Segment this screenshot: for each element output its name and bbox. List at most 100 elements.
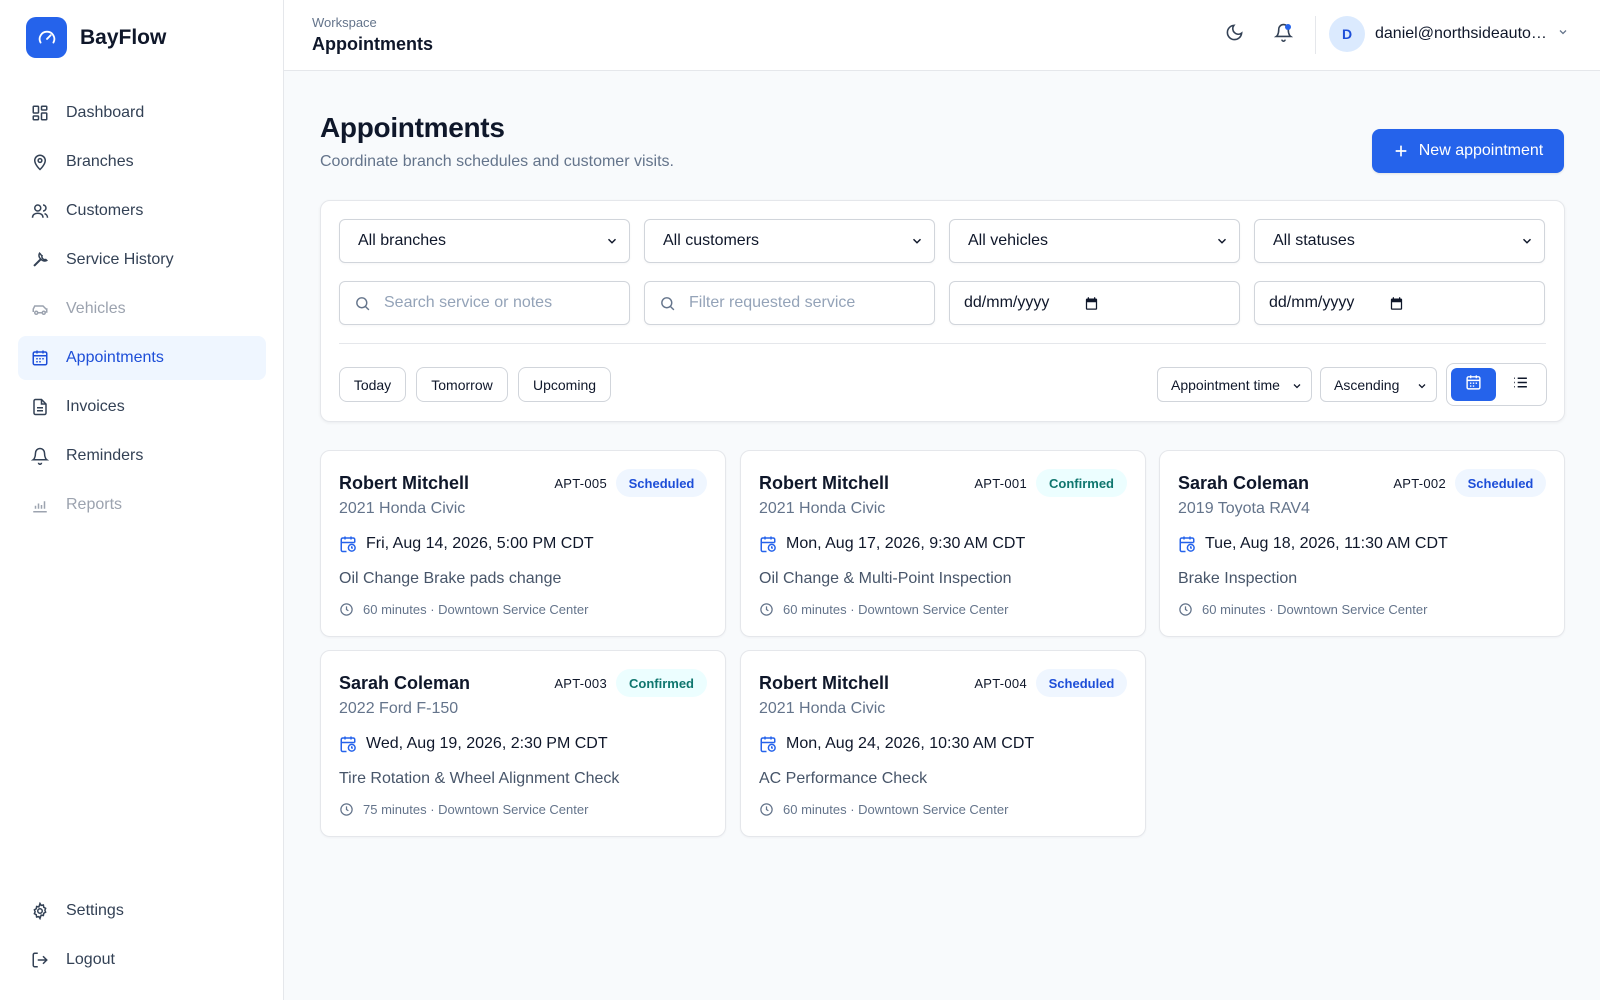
appointment-datetime: Mon, Aug 17, 2026, 9:30 AM CDT bbox=[759, 535, 1025, 553]
sidebar-item-customers[interactable]: Customers bbox=[18, 189, 266, 233]
dashboard-icon bbox=[31, 104, 49, 122]
sidebar-item-reports[interactable]: Reports bbox=[18, 483, 266, 527]
appointment-card[interactable]: Robert Mitchell APT-005 Scheduled 2021 H… bbox=[320, 450, 726, 637]
tomorrow-button[interactable]: Tomorrow bbox=[416, 367, 508, 402]
vehicle-select-value: All vehicles bbox=[968, 232, 1049, 249]
status-select[interactable]: All statuses bbox=[1254, 219, 1545, 263]
customer-name: Sarah Coleman bbox=[339, 673, 471, 693]
date-from-input[interactable]: dd/mm/yyyy bbox=[949, 281, 1240, 325]
search-placeholder: Search service or notes bbox=[384, 294, 553, 311]
user-menu[interactable]: D daniel@northsideautoservice.com bbox=[1329, 16, 1569, 52]
duration-branch-text: 60 minutes · Downtown Service Center bbox=[363, 602, 589, 617]
page-title: Appointments bbox=[320, 112, 505, 143]
appointment-id: APT-004 bbox=[974, 676, 1027, 691]
car-icon bbox=[31, 300, 49, 318]
duration-branch-text: 60 minutes · Downtown Service Center bbox=[783, 602, 1009, 617]
service-filter-input[interactable]: Filter requested service bbox=[644, 281, 935, 325]
vehicle-name: 2021 Honda Civic bbox=[339, 500, 466, 517]
header-divider bbox=[1315, 16, 1316, 54]
appointment-card[interactable]: Sarah Coleman APT-003 Confirmed 2022 For… bbox=[320, 650, 726, 837]
logout-icon bbox=[31, 951, 49, 969]
clock-icon bbox=[759, 802, 774, 817]
chevron-down-icon bbox=[910, 234, 924, 253]
sidebar-item-invoices[interactable]: Invoices bbox=[18, 385, 266, 429]
notifications-button[interactable] bbox=[1268, 20, 1298, 50]
chevron-down-icon bbox=[605, 234, 619, 253]
status-badge: Confirmed bbox=[616, 669, 707, 697]
filters-panel: All branches All customers All vehicles … bbox=[320, 200, 1565, 422]
sidebar-nav: Dashboard Branches Customers Service His… bbox=[18, 91, 266, 532]
status-select-value: All statuses bbox=[1273, 232, 1355, 249]
calendar-icon bbox=[1465, 374, 1482, 396]
requested-service: Oil Change & Multi-Point Inspection bbox=[759, 570, 1012, 587]
datetime-text: Mon, Aug 17, 2026, 9:30 AM CDT bbox=[786, 535, 1026, 552]
status-badge: Confirmed bbox=[1036, 469, 1127, 497]
date-to-input[interactable]: dd/mm/yyyy bbox=[1254, 281, 1545, 325]
sidebar-item-label: Appointments bbox=[66, 349, 164, 366]
theme-toggle-button[interactable] bbox=[1219, 20, 1249, 50]
list-view-button[interactable] bbox=[1498, 368, 1543, 401]
status-badge: Scheduled bbox=[616, 469, 707, 497]
sort-field-select[interactable]: Appointment time bbox=[1157, 367, 1312, 402]
sidebar-item-vehicles[interactable]: Vehicles bbox=[18, 287, 266, 331]
upcoming-button[interactable]: Upcoming bbox=[518, 367, 611, 402]
calendar-icon[interactable] bbox=[1389, 296, 1404, 316]
calendar-icon[interactable] bbox=[1084, 296, 1099, 316]
notification-dot bbox=[1285, 24, 1291, 30]
brand-name: BayFlow bbox=[80, 25, 167, 49]
calendar-icon bbox=[31, 349, 49, 367]
gear-icon bbox=[31, 902, 49, 920]
duration-branch-text: 60 minutes · Downtown Service Center bbox=[783, 802, 1009, 817]
view-mode-toggle bbox=[1446, 363, 1547, 406]
chevron-down-icon bbox=[1291, 379, 1303, 395]
appointment-id: APT-002 bbox=[1393, 476, 1446, 491]
user-email: daniel@northsideautoservice.com bbox=[1375, 25, 1551, 42]
customer-name: Robert Mitchell bbox=[759, 473, 890, 493]
customer-select[interactable]: All customers bbox=[644, 219, 935, 263]
users-icon bbox=[31, 202, 49, 220]
sort-order-select[interactable]: Ascending bbox=[1320, 367, 1437, 402]
branch-select[interactable]: All branches bbox=[339, 219, 630, 263]
duration-branch: 75 minutes · Downtown Service Center bbox=[339, 802, 588, 817]
appointment-card[interactable]: Robert Mitchell APT-004 Scheduled 2021 H… bbox=[740, 650, 1146, 837]
vehicle-name: 2019 Toyota RAV4 bbox=[1178, 500, 1310, 517]
vehicle-select[interactable]: All vehicles bbox=[949, 219, 1240, 263]
sidebar-item-label: Dashboard bbox=[66, 104, 145, 121]
bar-chart-icon bbox=[31, 496, 49, 514]
branch-select-value: All branches bbox=[358, 232, 447, 249]
sort-order-value: Ascending bbox=[1334, 376, 1400, 393]
appointment-card[interactable]: Sarah Coleman APT-002 Scheduled 2019 Toy… bbox=[1159, 450, 1565, 637]
duration-branch: 60 minutes · Downtown Service Center bbox=[759, 802, 1008, 817]
today-button[interactable]: Today bbox=[339, 367, 406, 402]
calendar-view-button[interactable] bbox=[1451, 368, 1496, 401]
appointment-datetime: Mon, Aug 24, 2026, 10:30 AM CDT bbox=[759, 735, 1034, 753]
appointment-card[interactable]: Robert Mitchell APT-001 Confirmed 2021 H… bbox=[740, 450, 1146, 637]
chevron-down-icon bbox=[1557, 25, 1569, 43]
sidebar: BayFlow Dashboard Branches Customers Ser… bbox=[0, 0, 284, 1000]
brand[interactable]: BayFlow bbox=[26, 17, 166, 58]
duration-branch: 60 minutes · Downtown Service Center bbox=[1178, 602, 1427, 617]
clock-icon bbox=[339, 602, 354, 617]
vehicle-name: 2022 Ford F-150 bbox=[339, 700, 459, 717]
customer-name: Robert Mitchell bbox=[339, 473, 470, 493]
sidebar-item-label: Service History bbox=[66, 251, 174, 268]
appointment-datetime: Fri, Aug 14, 2026, 5:00 PM CDT bbox=[339, 535, 594, 553]
datetime-text: Mon, Aug 24, 2026, 10:30 AM CDT bbox=[786, 735, 1035, 752]
search-input[interactable]: Search service or notes bbox=[339, 281, 630, 325]
calendar-clock-icon bbox=[759, 535, 777, 553]
new-appointment-button[interactable]: New appointment bbox=[1372, 129, 1564, 173]
sidebar-item-branches[interactable]: Branches bbox=[18, 140, 266, 184]
sidebar-item-label: Settings bbox=[66, 902, 124, 919]
sidebar-item-label: Reports bbox=[66, 496, 123, 513]
sidebar-item-dashboard[interactable]: Dashboard bbox=[18, 91, 266, 135]
status-badge: Scheduled bbox=[1036, 669, 1127, 697]
sort-field-value: Appointment time bbox=[1171, 376, 1280, 393]
sidebar-item-reminders[interactable]: Reminders bbox=[18, 434, 266, 478]
requested-service: Oil Change Brake pads change bbox=[339, 570, 562, 587]
sidebar-item-logout[interactable]: Logout bbox=[18, 938, 266, 982]
sidebar-item-settings[interactable]: Settings bbox=[18, 889, 266, 933]
list-icon bbox=[1512, 374, 1529, 396]
sidebar-item-service-history[interactable]: Service History bbox=[18, 238, 266, 282]
sidebar-item-appointments[interactable]: Appointments bbox=[18, 336, 266, 380]
sidebar-item-label: Reminders bbox=[66, 447, 144, 464]
